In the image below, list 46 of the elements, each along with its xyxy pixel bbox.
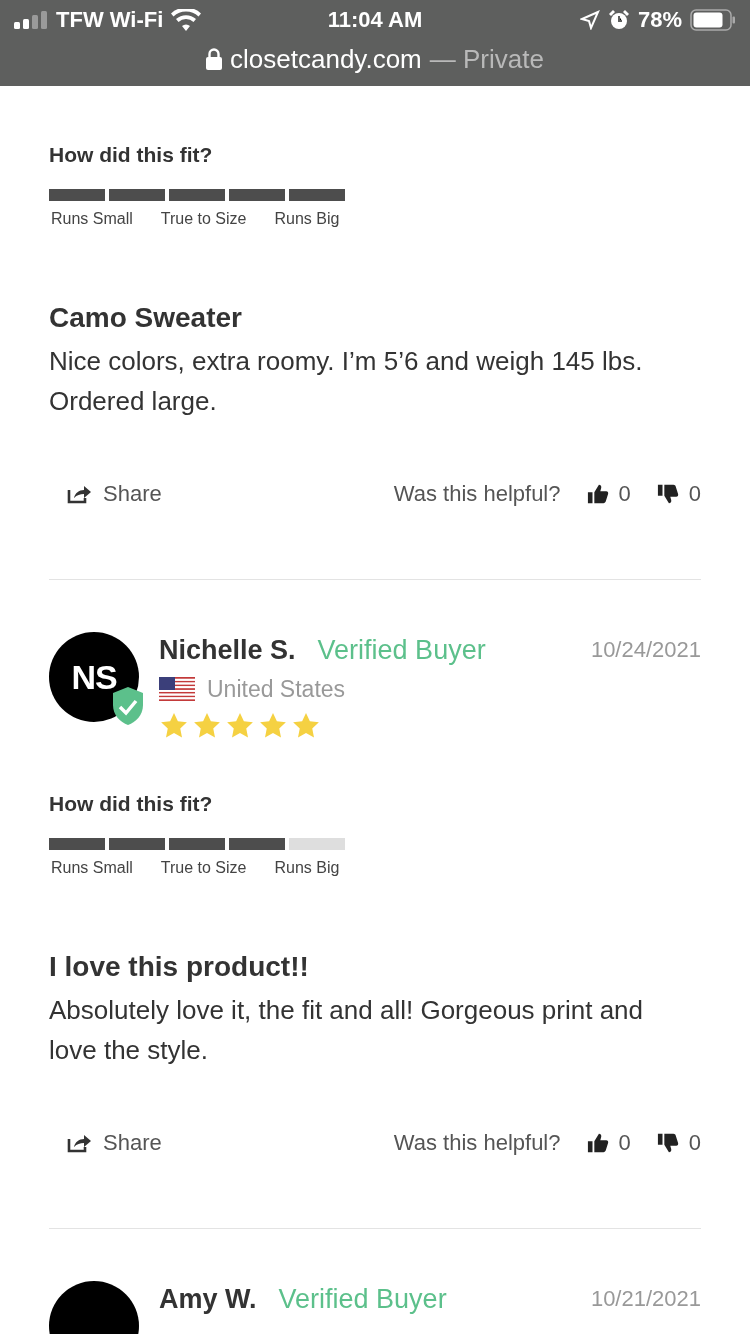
clock: 11:04 AM bbox=[327, 7, 423, 33]
wifi-icon bbox=[171, 9, 202, 31]
review-text: Absolutely love it, the fit and all! Gorgeous print and love the style. bbox=[49, 994, 644, 1067]
upvote-button[interactable]: 0 bbox=[586, 1130, 631, 1156]
private-label: — Private bbox=[429, 43, 544, 75]
alarm-clock-icon bbox=[607, 9, 630, 31]
share-icon bbox=[67, 484, 91, 504]
upvote-button[interactable]: 0 bbox=[586, 481, 631, 507]
thumbs-down-icon bbox=[656, 1132, 679, 1154]
signal-icon bbox=[14, 11, 48, 29]
fit-question: How did this fit? bbox=[49, 142, 214, 168]
thumbs-down-icon bbox=[656, 483, 679, 505]
location-arrow-icon bbox=[579, 10, 600, 30]
url-domain[interactable]: closetcandy.com bbox=[230, 43, 422, 75]
reviewer-name: Amy W. bbox=[159, 1283, 257, 1315]
downvote-button[interactable]: 0 bbox=[656, 481, 701, 507]
review-title: I love this product!! bbox=[49, 950, 310, 984]
share-button[interactable]: Share bbox=[67, 1130, 162, 1156]
review-title: Camo Sweater bbox=[49, 301, 243, 335]
fit-label: Runs Big bbox=[274, 858, 340, 878]
lock-icon bbox=[206, 48, 223, 70]
battery-percent: 78% bbox=[637, 7, 682, 33]
fit-label: Runs Small bbox=[51, 209, 133, 229]
fit-label: True to Size bbox=[160, 858, 247, 878]
helpful-question: Was this helpful? bbox=[393, 1130, 561, 1156]
avatar: NS bbox=[49, 632, 139, 722]
fit-label: True to Size bbox=[160, 209, 247, 229]
reviewer-name: Nichelle S. bbox=[159, 634, 296, 666]
battery-icon bbox=[690, 9, 736, 31]
share-button[interactable]: Share bbox=[67, 481, 162, 507]
verified-label: Verified Buyer bbox=[278, 1283, 447, 1315]
review-text: Nice colors, extra roomy. I’m 5’6 and weigh 145 lbs. Ordered large. bbox=[49, 345, 644, 418]
fit-label: Runs Small bbox=[51, 858, 133, 878]
downvote-button[interactable]: 0 bbox=[656, 1130, 701, 1156]
review-date: 10/21/2021 bbox=[590, 1286, 701, 1312]
fit-question: How did this fit? bbox=[49, 791, 214, 817]
fit-label: Runs Big bbox=[274, 209, 340, 229]
thumbs-up-icon bbox=[586, 483, 609, 505]
share-icon bbox=[67, 1133, 91, 1153]
carrier-label: TFW Wi-Fi bbox=[56, 7, 164, 33]
flag-icon bbox=[159, 677, 195, 701]
country-label: United States bbox=[207, 675, 346, 703]
helpful-question: Was this helpful? bbox=[393, 481, 561, 507]
review-date: 10/24/2021 bbox=[590, 637, 701, 663]
verified-label: Verified Buyer bbox=[317, 634, 486, 666]
thumbs-up-icon bbox=[586, 1132, 609, 1154]
